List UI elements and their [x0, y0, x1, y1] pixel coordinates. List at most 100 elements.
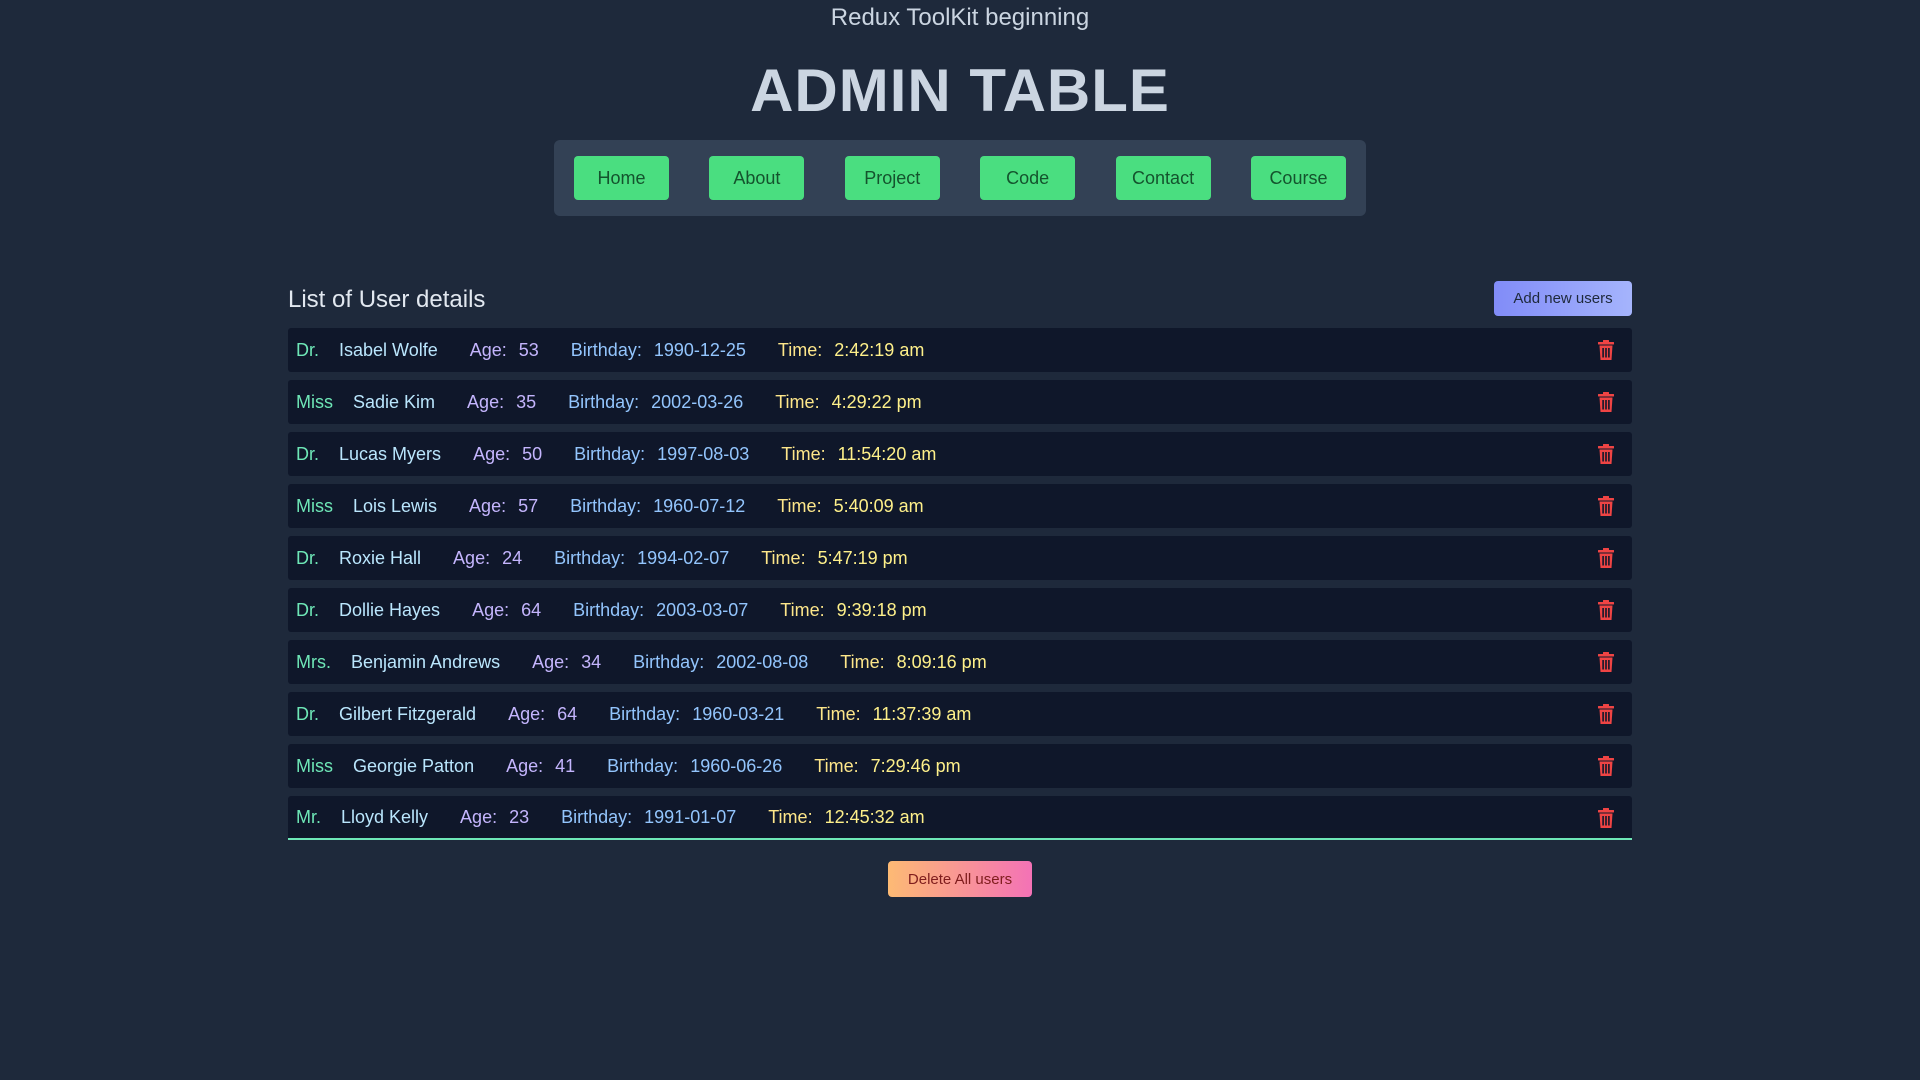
user-name: Benjamin Andrews — [351, 651, 501, 672]
add-new-users-button[interactable]: Add new users — [1494, 281, 1632, 316]
user-time: 11:37:39 am — [872, 703, 972, 724]
user-title: Mr. — [296, 806, 321, 827]
age-label: Age: — [469, 339, 507, 360]
user-time: 12:45:32 am — [824, 806, 925, 827]
trash-icon[interactable] — [1598, 652, 1614, 672]
nav-project-button[interactable]: Project — [844, 156, 940, 200]
user-time: 8:09:16 pm — [896, 651, 987, 672]
trash-icon[interactable] — [1598, 600, 1614, 620]
trash-icon[interactable] — [1598, 704, 1614, 724]
user-row: Miss Georgie Patton Age: 41 Birthday: 19… — [288, 744, 1632, 788]
user-age: 57 — [518, 495, 539, 516]
trash-icon[interactable] — [1598, 756, 1614, 776]
user-row: Dr. Dollie Hayes Age: 64 Birthday: 2003-… — [288, 588, 1632, 632]
trash-icon[interactable] — [1598, 444, 1614, 464]
time-label: Time: — [780, 599, 825, 620]
age-label: Age: — [532, 651, 570, 672]
user-age: 64 — [557, 703, 578, 724]
user-name: Sadie Kim — [353, 391, 436, 412]
page-title: ADMIN TABLE — [750, 57, 1170, 124]
user-name: Roxie Hall — [339, 547, 422, 568]
user-birthday: 1994-02-07 — [637, 547, 730, 568]
user-name: Lucas Myers — [339, 443, 442, 464]
trash-icon[interactable] — [1598, 548, 1614, 568]
time-label: Time: — [777, 495, 822, 516]
user-name: Isabel Wolfe — [339, 339, 438, 360]
birthday-label: Birthday: — [633, 651, 705, 672]
age-label: Age: — [508, 703, 546, 724]
nav-about-button[interactable]: About — [709, 156, 805, 200]
user-age: 50 — [522, 443, 543, 464]
user-name: Lois Lewis — [353, 495, 438, 516]
time-label: Time: — [775, 391, 820, 412]
user-birthday: 1991-01-07 — [644, 806, 737, 827]
user-name: Georgie Patton — [353, 755, 475, 776]
time-label: Time: — [777, 339, 823, 360]
user-time: 9:39:18 pm — [836, 599, 927, 620]
app-subtitle: Redux ToolKit beginning — [830, 4, 1090, 31]
user-title: Miss — [296, 495, 333, 516]
user-age: 24 — [502, 547, 523, 568]
birthday-label: Birthday: — [609, 703, 681, 724]
user-age: 41 — [555, 755, 576, 776]
user-birthday: 1960-03-21 — [692, 703, 785, 724]
trash-icon[interactable] — [1598, 808, 1614, 828]
user-name: Gilbert Fitzgerald — [339, 703, 477, 724]
time-label: Time: — [781, 443, 826, 464]
trash-icon[interactable] — [1598, 496, 1614, 516]
time-label: Time: — [840, 651, 885, 672]
user-row: Dr. Isabel Wolfe Age: 53 Birthday: 1990-… — [288, 328, 1632, 372]
age-label: Age: — [453, 547, 491, 568]
user-age: 34 — [581, 651, 602, 672]
user-row: Dr. Roxie Hall Age: 24 Birthday: 1994-02… — [288, 536, 1632, 580]
user-title: Dr. — [296, 339, 320, 360]
user-row: Miss Lois Lewis Age: 57 Birthday: 1960-0… — [288, 484, 1632, 528]
list-title: List of User details — [288, 286, 486, 313]
user-title: Dr. — [296, 443, 320, 464]
user-row: Miss Sadie Kim Age: 35 Birthday: 2002-03… — [288, 380, 1632, 424]
birthday-label: Birthday: — [570, 495, 642, 516]
birthday-label: Birthday: — [573, 599, 645, 620]
user-time: 5:47:19 pm — [817, 547, 908, 568]
user-time: 2:42:19 am — [834, 339, 925, 360]
age-label: Age: — [467, 391, 505, 412]
nav-contact-button[interactable]: Contact — [1115, 156, 1211, 200]
trash-icon[interactable] — [1598, 392, 1614, 412]
user-row: Dr. Lucas Myers Age: 50 Birthday: 1997-0… — [288, 432, 1632, 476]
age-label: Age: — [506, 755, 544, 776]
user-age: 64 — [521, 599, 542, 620]
user-age: 35 — [516, 391, 537, 412]
user-birthday: 1997-08-03 — [657, 443, 750, 464]
time-label: Time: — [761, 547, 806, 568]
age-label: Age: — [472, 599, 510, 620]
birthday-label: Birthday: — [568, 391, 640, 412]
user-title: Miss — [296, 755, 333, 776]
user-row: Dr. Gilbert Fitzgerald Age: 64 Birthday:… — [288, 692, 1632, 736]
user-birthday: 1960-07-12 — [653, 495, 746, 516]
user-time: 4:29:22 pm — [831, 391, 922, 412]
birthday-label: Birthday: — [554, 547, 626, 568]
user-row: Mrs. Benjamin Andrews Age: 34 Birthday: … — [288, 640, 1632, 684]
user-birthday: 2003-03-07 — [656, 599, 749, 620]
user-birthday: 2002-08-08 — [716, 651, 809, 672]
trash-icon[interactable] — [1598, 340, 1614, 360]
age-label: Age: — [460, 806, 498, 827]
user-time: 11:54:20 am — [837, 443, 937, 464]
navbar: Home About Project Code Contact Course — [554, 140, 1366, 216]
age-label: Age: — [469, 495, 507, 516]
time-label: Time: — [814, 755, 859, 776]
user-name: Lloyd Kelly — [341, 806, 429, 827]
nav-code-button[interactable]: Code — [980, 156, 1076, 200]
user-age: 53 — [518, 339, 539, 360]
user-birthday: 1960-06-26 — [690, 755, 783, 776]
nav-home-button[interactable]: Home — [574, 156, 669, 200]
user-title: Mrs. — [296, 651, 331, 672]
user-row: Mr. Lloyd Kelly Age: 23 Birthday: 1991-0… — [288, 796, 1632, 840]
user-title: Dr. — [296, 547, 320, 568]
delete-all-users-button[interactable]: Delete All users — [888, 861, 1032, 897]
user-list: Dr. Isabel Wolfe Age: 53 Birthday: 1990-… — [288, 328, 1632, 848]
user-time: 5:40:09 am — [833, 495, 924, 516]
user-birthday: 1990-12-25 — [653, 339, 746, 360]
nav-course-button[interactable]: Course — [1250, 156, 1346, 200]
user-time: 7:29:46 pm — [870, 755, 961, 776]
